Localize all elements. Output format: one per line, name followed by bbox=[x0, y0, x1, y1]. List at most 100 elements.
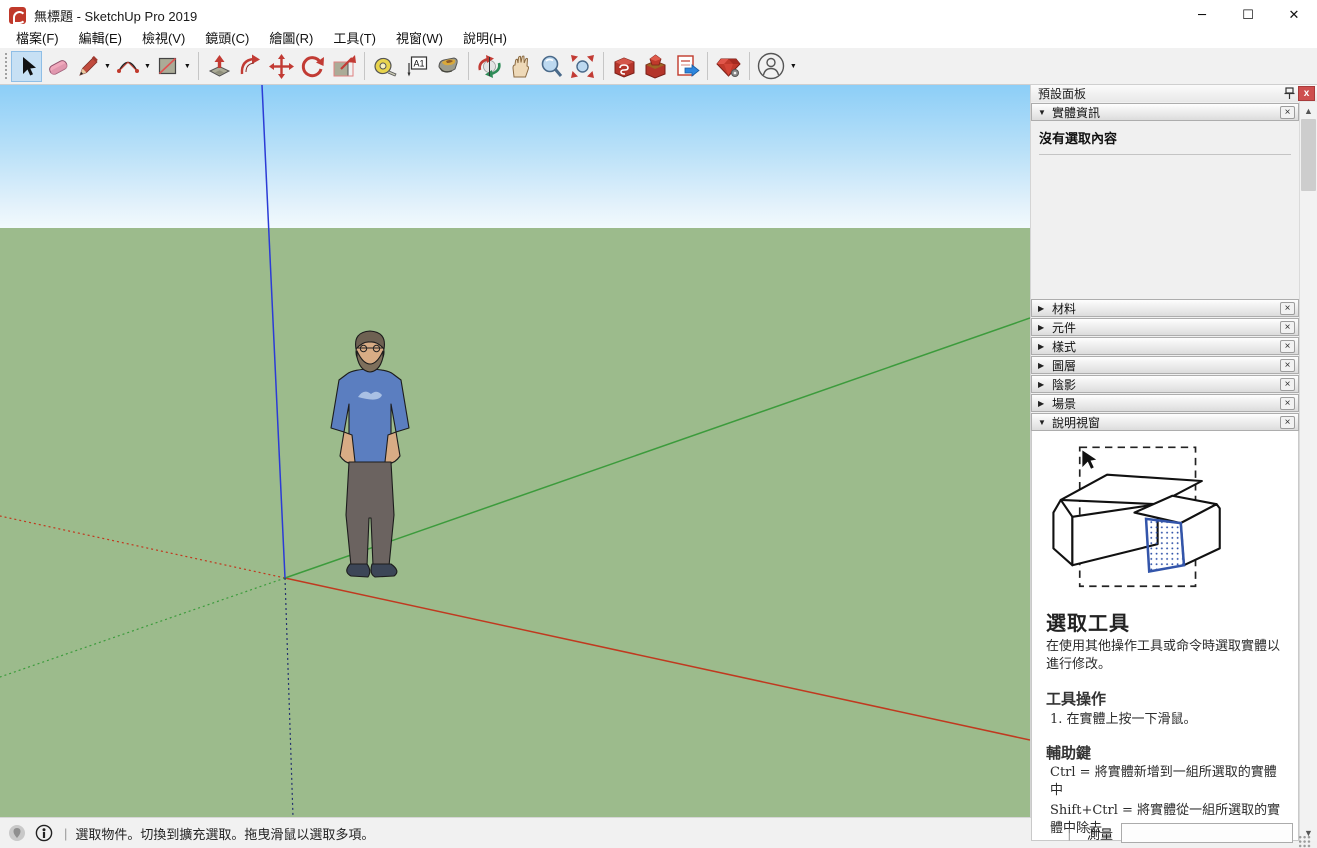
layers-label: 圖層 bbox=[1052, 357, 1280, 374]
rectangle-tool-dropdown[interactable]: ▼ bbox=[184, 63, 191, 70]
main-area: 預設面板 x ▼ 實體資訊 × 沒有選取內容 bbox=[0, 85, 1317, 817]
minimize-button[interactable]: ─ bbox=[1179, 0, 1225, 30]
menu-window[interactable]: 視窗(W) bbox=[386, 30, 453, 48]
scale-figure-person[interactable] bbox=[331, 331, 409, 577]
styles-label: 樣式 bbox=[1052, 338, 1280, 355]
eraser-tool-button[interactable] bbox=[42, 51, 73, 82]
entity-info-close-button[interactable]: × bbox=[1280, 106, 1295, 119]
orbit-tool-button[interactable] bbox=[474, 51, 505, 82]
section-entity-info[interactable]: ▼ 實體資訊 × bbox=[1031, 103, 1299, 121]
tray-title: 預設面板 bbox=[1038, 85, 1280, 102]
tray-title-bar[interactable]: 預設面板 x bbox=[1031, 85, 1317, 102]
section-components[interactable]: ▶ 元件 × bbox=[1031, 318, 1299, 336]
toolbar-separator bbox=[603, 52, 604, 80]
drawing-axes bbox=[0, 85, 1030, 817]
section-scenes[interactable]: ▶ 場景 × bbox=[1031, 394, 1299, 412]
share-model-button[interactable] bbox=[640, 51, 671, 82]
menu-draw[interactable]: 繪圖(R) bbox=[259, 30, 323, 48]
paint-bucket-tool-button[interactable] bbox=[432, 51, 463, 82]
scale-icon bbox=[330, 53, 357, 80]
entity-info-empty-message: 沒有選取內容 bbox=[1039, 128, 1291, 154]
selected-face bbox=[1146, 519, 1184, 572]
rotate-icon bbox=[299, 53, 326, 80]
red-axis-negative bbox=[0, 516, 285, 578]
styles-close-button[interactable]: × bbox=[1280, 340, 1295, 353]
menu-view[interactable]: 檢視(V) bbox=[132, 30, 195, 48]
rotate-tool-button[interactable] bbox=[297, 51, 328, 82]
instructor-modifier-ctrl: Ctrl = 將實體新增到一組所選取的實體中 bbox=[1050, 764, 1286, 800]
scale-tool-button[interactable] bbox=[328, 51, 359, 82]
materials-label: 材料 bbox=[1052, 300, 1280, 317]
extension-warehouse-button[interactable] bbox=[713, 51, 744, 82]
components-label: 元件 bbox=[1052, 319, 1280, 336]
instructor-close-button[interactable]: × bbox=[1280, 416, 1295, 429]
zoom-extents-tool-button[interactable] bbox=[567, 51, 598, 82]
scenes-close-button[interactable]: × bbox=[1280, 397, 1295, 410]
arc-tool-dropdown[interactable]: ▼ bbox=[144, 63, 151, 70]
zoom-extents-icon bbox=[569, 53, 596, 80]
panel-scrollbar[interactable]: ▲ ▼ bbox=[1299, 102, 1317, 841]
rectangle-icon bbox=[155, 53, 181, 79]
scrollbar-thumb[interactable] bbox=[1301, 119, 1316, 191]
menu-camera[interactable]: 鏡頭(C) bbox=[195, 30, 259, 48]
divider bbox=[1039, 154, 1291, 155]
tray-pin-button[interactable] bbox=[1280, 86, 1298, 101]
instructor-description: 在使用其他操作工具或命令時選取實體以進行修改。 bbox=[1046, 638, 1286, 674]
shadows-close-button[interactable]: × bbox=[1280, 378, 1295, 391]
arc-icon bbox=[115, 53, 141, 79]
pan-tool-button[interactable] bbox=[505, 51, 536, 82]
push-pull-tool-button[interactable] bbox=[204, 51, 235, 82]
share-component-button[interactable] bbox=[671, 51, 702, 82]
tape-measure-icon bbox=[372, 53, 399, 80]
follow-me-tool-button[interactable] bbox=[235, 51, 266, 82]
3d-warehouse-button[interactable] bbox=[609, 51, 640, 82]
chevron-collapsed-icon: ▶ bbox=[1038, 380, 1052, 389]
section-materials[interactable]: ▶ 材料 × bbox=[1031, 299, 1299, 317]
axes-and-figure bbox=[0, 85, 1030, 817]
text-tool-button[interactable]: A1 bbox=[401, 51, 432, 82]
user-account-button[interactable] bbox=[755, 51, 786, 82]
scroll-up-icon[interactable]: ▲ bbox=[1300, 102, 1317, 119]
menu-file[interactable]: 檔案(F) bbox=[6, 30, 69, 48]
maximize-button[interactable]: ☐ bbox=[1225, 0, 1271, 30]
instructor-text: 選取工具 在使用其他操作工具或命令時選取實體以進行修改。 工具操作 1. 在實體… bbox=[1034, 601, 1296, 838]
measurement-input[interactable] bbox=[1121, 823, 1293, 843]
section-shadows[interactable]: ▶ 陰影 × bbox=[1031, 375, 1299, 393]
chevron-collapsed-icon: ▶ bbox=[1038, 304, 1052, 313]
chevron-collapsed-icon: ▶ bbox=[1038, 342, 1052, 351]
extension-warehouse-ruby-icon bbox=[715, 53, 742, 80]
move-tool-button[interactable] bbox=[266, 51, 297, 82]
zoom-tool-button[interactable] bbox=[536, 51, 567, 82]
modeling-viewport[interactable] bbox=[0, 85, 1030, 817]
select-tool-button[interactable] bbox=[11, 51, 42, 82]
components-close-button[interactable]: × bbox=[1280, 321, 1295, 334]
tray-close-button[interactable]: x bbox=[1298, 86, 1315, 101]
text-tool-label: A1 bbox=[413, 58, 424, 68]
resize-grip[interactable] bbox=[1298, 835, 1311, 848]
toolbar-drag-handle[interactable] bbox=[3, 51, 8, 81]
share-component-icon bbox=[673, 53, 700, 80]
3d-warehouse-icon bbox=[611, 53, 638, 80]
section-layers[interactable]: ▶ 圖層 × bbox=[1031, 356, 1299, 374]
pan-hand-icon bbox=[507, 53, 534, 80]
menu-tools[interactable]: 工具(T) bbox=[323, 30, 386, 48]
materials-close-button[interactable]: × bbox=[1280, 302, 1295, 315]
arc-tool-button[interactable] bbox=[113, 51, 144, 82]
credits-info-icon[interactable] bbox=[35, 824, 53, 842]
zoom-magnifier-icon bbox=[538, 53, 565, 80]
toolbar-separator bbox=[468, 52, 469, 80]
menu-edit[interactable]: 編輯(E) bbox=[69, 30, 132, 48]
tape-measure-tool-button[interactable] bbox=[370, 51, 401, 82]
section-instructor[interactable]: ▼ 說明視窗 × bbox=[1031, 413, 1299, 431]
close-button[interactable]: ✕ bbox=[1271, 0, 1317, 30]
layers-close-button[interactable]: × bbox=[1280, 359, 1295, 372]
rectangle-tool-button[interactable] bbox=[153, 51, 184, 82]
geolocation-icon[interactable] bbox=[8, 824, 26, 842]
line-tool-button[interactable] bbox=[73, 51, 104, 82]
section-styles[interactable]: ▶ 樣式 × bbox=[1031, 337, 1299, 355]
line-tool-dropdown[interactable]: ▼ bbox=[104, 63, 111, 70]
green-axis-negative bbox=[0, 578, 285, 677]
shadows-label: 陰影 bbox=[1052, 376, 1280, 393]
user-account-dropdown[interactable]: ▼ bbox=[790, 63, 797, 70]
menu-help[interactable]: 說明(H) bbox=[453, 30, 517, 48]
